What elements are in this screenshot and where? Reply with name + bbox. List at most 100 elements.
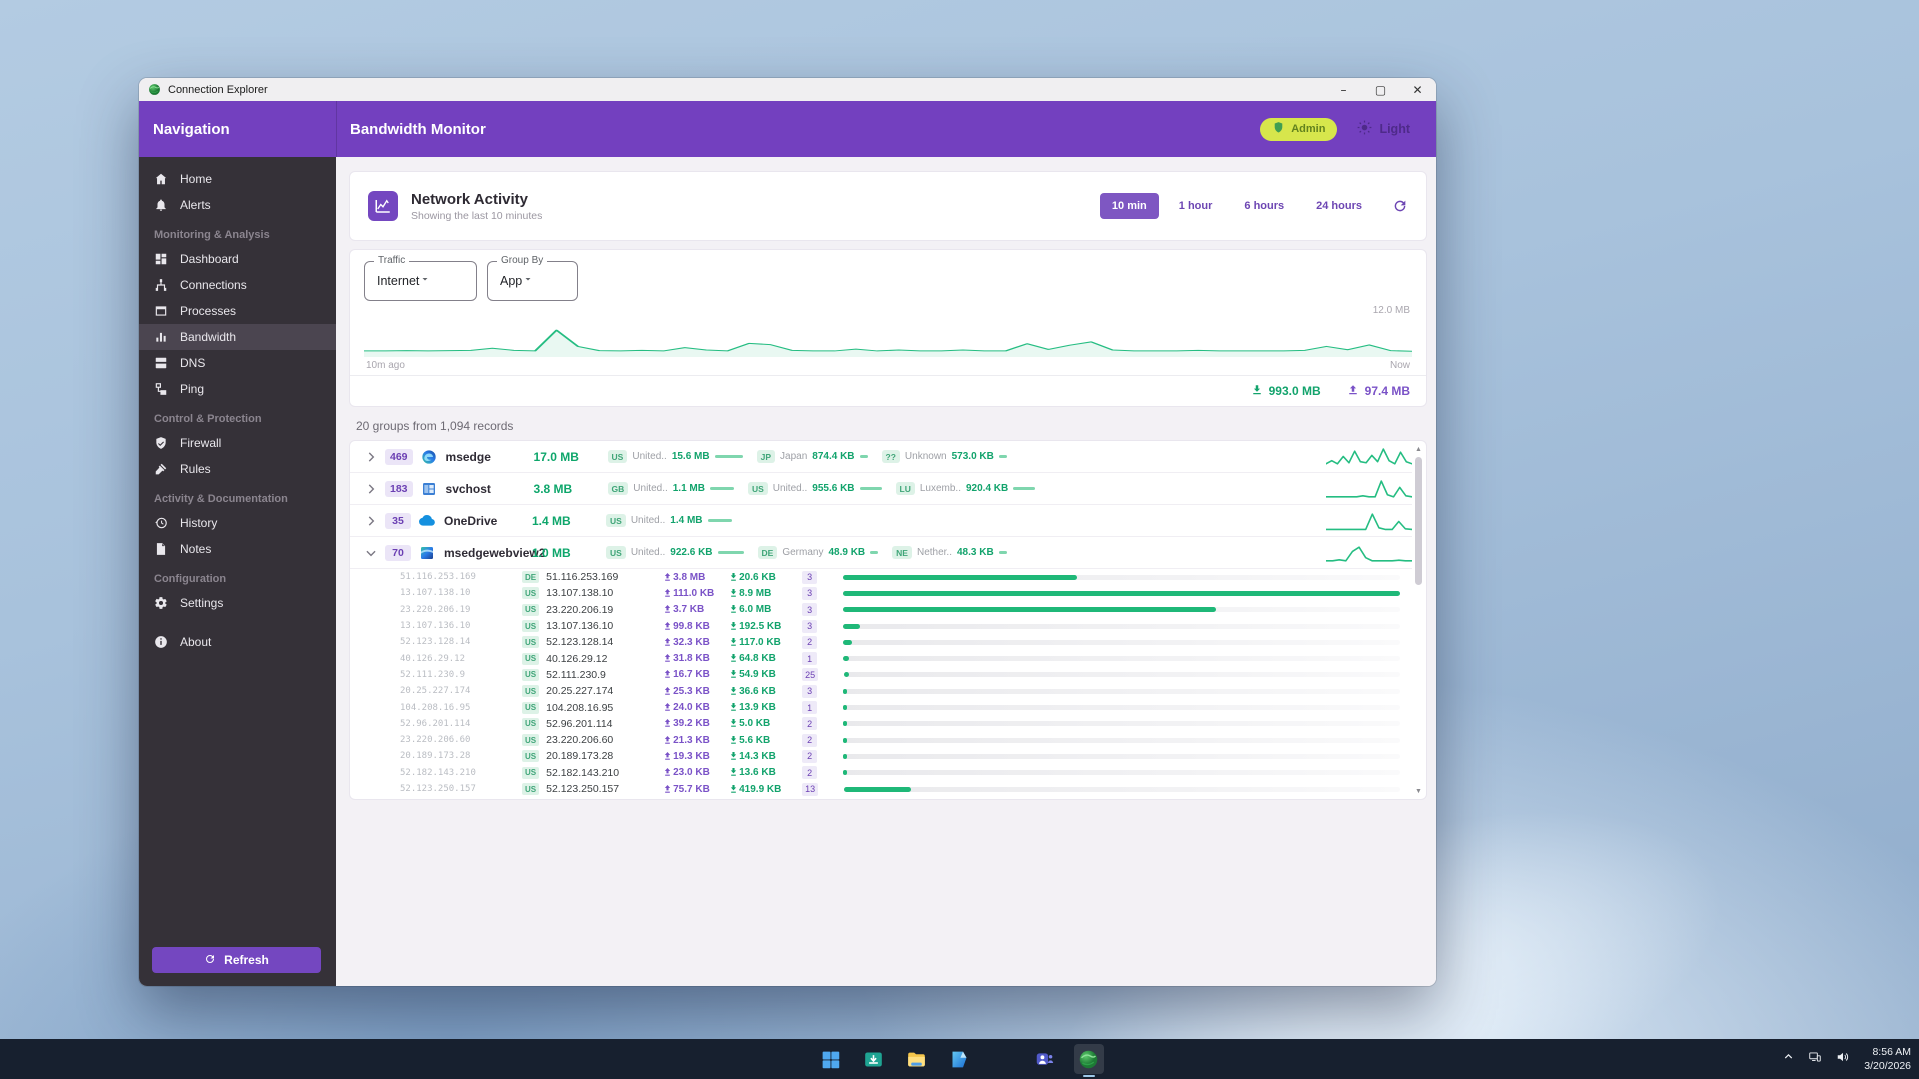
group-row-OneDrive[interactable]: 35 OneDrive 1.4 MB US United.. 1.4 MB [350,505,1412,537]
sidebar-item-label: Processes [180,304,236,318]
sidebar-item-label: Firewall [180,436,221,450]
group-row-msedge[interactable]: 469 msedge 17.0 MB US United.. 15.6 MB J… [350,441,1412,473]
detail-row-20.189.173.28[interactable]: 20.189.173.28 US 20.189.173.28 19.3 KB 1… [350,748,1412,764]
sidebar-item-notes[interactable]: Notes [139,536,336,562]
detail-usage-bar [843,640,1400,645]
country-name: Nether.. [917,547,952,558]
tray-speaker-icon[interactable] [1836,1050,1851,1069]
sidebar-item-dashboard[interactable]: Dashboard [139,246,336,272]
detail-count-badge: 3 [802,571,817,584]
sidebar-item-label: Home [180,172,212,186]
sidebar-item-rules[interactable]: Rules [139,456,336,482]
titlebar[interactable]: Connection Explorer – ▢ ✕ [139,78,1436,101]
range-button-24-hours[interactable]: 24 hours [1304,193,1374,219]
sidebar-item-alerts[interactable]: Alerts [139,192,336,218]
taskbar-downloads-folder-icon[interactable] [859,1044,889,1074]
detail-row-52.182.143.210[interactable]: 52.182.143.210 US 52.182.143.210 23.0 KB… [350,765,1412,781]
taskbar-teams-icon[interactable] [1031,1044,1061,1074]
sidebar-section-label: Control & Protection [154,413,336,425]
detail-count-badge: 25 [802,668,818,681]
minimize-button[interactable]: – [1325,78,1362,101]
maximize-button[interactable]: ▢ [1362,78,1399,101]
detail-row-23.220.206.60[interactable]: 23.220.206.60 US 23.220.206.60 21.3 KB 5… [350,732,1412,748]
traffic-select[interactable]: Traffic Internet [364,261,477,301]
taskbar-start-icon[interactable] [816,1044,846,1074]
detail-row-13.107.136.10[interactable]: 13.107.136.10 US 13.107.136.10 99.8 KB 1… [350,618,1412,634]
scrollbar-up-arrow[interactable]: ▲ [1413,443,1424,455]
detail-row-52.96.201.114[interactable]: 52.96.201.114 US 52.96.201.114 39.2 KB 5… [350,716,1412,732]
range-button-10-min[interactable]: 10 min [1100,193,1159,219]
detail-row-13.107.138.10[interactable]: 13.107.138.10 US 13.107.138.10 111.0 KB … [350,585,1412,601]
sidebar-nav: HomeAlertsMonitoring & AnalysisDashboard… [139,157,336,655]
detail-row-104.208.16.95[interactable]: 104.208.16.95 US 104.208.16.95 24.0 KB 1… [350,699,1412,715]
chevron-right-icon[interactable] [364,482,378,496]
app-total-bytes: 3.8 MB [534,482,608,496]
taskbar-edge-browser-icon[interactable] [988,1044,1018,1074]
sidebar-item-label: Dashboard [180,252,239,266]
sidebar-item-ping[interactable]: Ping [139,376,336,402]
country-code-badge: US [522,587,539,599]
detail-usage-bar [843,738,1400,743]
mini-download-icon [730,589,737,598]
detail-ip-muted: 52.123.128.14 [400,637,522,647]
chart-refresh-icon[interactable] [1392,198,1408,214]
app-name: msedge [446,450,534,464]
tray-chevron-up-icon[interactable] [1782,1050,1795,1069]
sidebar-item-firewall[interactable]: Firewall [139,430,336,456]
activity-subtitle: Showing the last 10 minutes [411,210,542,222]
taskbar-clock[interactable]: 8:56 AM 3/20/2026 [1864,1045,1911,1073]
sidebar-item-connections[interactable]: Connections [139,272,336,298]
about-icon [154,635,168,649]
group-by-select[interactable]: Group By App [487,261,578,301]
country-bytes: 1.1 MB [673,483,705,494]
detail-row-52.111.230.9[interactable]: 52.111.230.9 US 52.111.230.9 16.7 KB 54.… [350,667,1412,683]
taskbar-mail-icon[interactable] [945,1044,975,1074]
taskbar-file-explorer-icon[interactable] [902,1044,932,1074]
group-row-msedgewebview2[interactable]: 70 msedgewebview2 1.0 MB US United.. 922… [350,537,1412,569]
sidebar-item-processes[interactable]: Processes [139,298,336,324]
caret-down-icon [522,272,534,290]
chevron-down-icon[interactable] [364,546,378,560]
close-button[interactable]: ✕ [1399,78,1436,101]
tray-network-icon[interactable] [1808,1050,1823,1069]
sidebar-item-bandwidth[interactable]: Bandwidth [139,324,336,350]
country-name: United.. [632,451,666,462]
chevron-right-icon[interactable] [364,450,378,464]
chart-x-end-label: Now [1390,360,1410,371]
app-name: svchost [446,482,534,496]
sidebar-refresh-label: Refresh [224,953,269,967]
sidebar-item-label: DNS [180,356,205,370]
sidebar-item-dns[interactable]: DNS [139,350,336,376]
sidebar-item-home[interactable]: Home [139,166,336,192]
range-button-1-hour[interactable]: 1 hour [1167,193,1225,219]
detail-download: 36.6 KB [730,686,802,697]
sidebar-item-settings[interactable]: Settings [139,590,336,616]
detail-row-20.25.227.174[interactable]: 20.25.227.174 US 20.25.227.174 25.3 KB 3… [350,683,1412,699]
table-scrollbar[interactable]: ▲ ▼ [1413,443,1424,797]
chevron-right-icon[interactable] [364,514,378,528]
taskbar-connection-explorer-app-icon[interactable] [1074,1044,1104,1074]
sidebar-section-label: Configuration [154,573,336,585]
range-button-6-hours[interactable]: 6 hours [1232,193,1296,219]
scrollbar-thumb[interactable] [1415,457,1422,585]
country-code-badge: US [522,783,539,795]
detail-upload: 111.0 KB [664,588,730,599]
scrollbar-down-arrow[interactable]: ▼ [1413,785,1424,797]
detail-row-40.126.29.12[interactable]: 40.126.29.12 US 40.126.29.12 31.8 KB 64.… [350,650,1412,666]
mini-download-icon [730,719,737,728]
mini-download-icon [730,703,737,712]
detail-ip: 40.126.29.12 [546,653,664,665]
group-row-svchost[interactable]: 183 svchost 3.8 MB GB United.. 1.1 MB US… [350,473,1412,505]
detail-row-52.123.250.157[interactable]: 52.123.250.157 US 52.123.250.157 75.7 KB… [350,781,1412,797]
traffic-chart-card: Traffic Internet Group By App 12.0 MB [349,249,1427,407]
detail-upload: 75.7 KB [664,784,730,795]
sidebar-item-history[interactable]: History [139,510,336,536]
detail-row-52.123.128.14[interactable]: 52.123.128.14 US 52.123.128.14 32.3 KB 1… [350,634,1412,650]
detail-row-51.116.253.169[interactable]: 51.116.253.169 DE 51.116.253.169 3.8 MB … [350,569,1412,585]
country-code-badge: US [522,604,539,616]
theme-toggle[interactable]: Light [1357,120,1410,138]
detail-row-23.220.206.19[interactable]: 23.220.206.19 US 23.220.206.19 3.7 KB 6.… [350,602,1412,618]
sidebar-item-about[interactable]: About [139,629,336,655]
country-bytes: 1.4 MB [670,515,702,526]
sidebar-refresh-button[interactable]: Refresh [152,947,321,973]
